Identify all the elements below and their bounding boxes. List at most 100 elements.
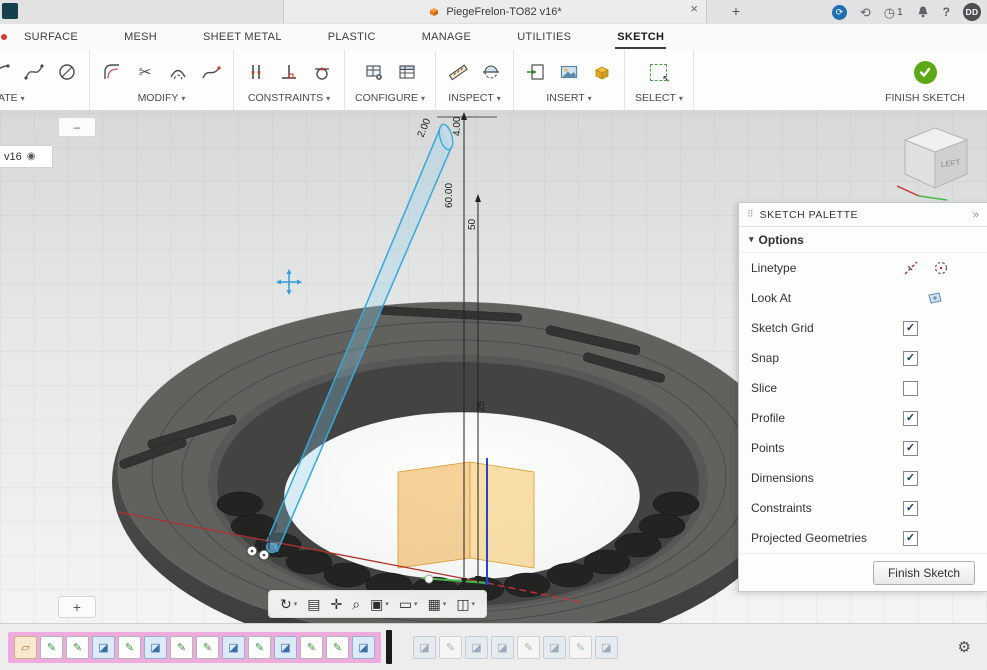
tab-sheet-metal[interactable]: SHEET METAL [201, 26, 284, 49]
avatar[interactable]: DD [963, 3, 981, 21]
canvas-image-icon[interactable] [557, 60, 581, 84]
sketch-feature-icon[interactable] [40, 636, 63, 659]
viewcube[interactable]: LEFT [889, 116, 979, 206]
extrude-feature-icon[interactable] [543, 636, 566, 659]
palette-overflow-icon[interactable]: » [973, 209, 979, 221]
insert-file-icon[interactable] [524, 60, 548, 84]
sketch-feature-icon[interactable] [300, 636, 323, 659]
extrude-feature-icon[interactable] [491, 636, 514, 659]
browser-visibility-icon[interactable]: ◉ [27, 151, 36, 162]
insert-dxf-icon[interactable] [590, 60, 614, 84]
section-analysis-icon[interactable] [479, 60, 503, 84]
pan-icon[interactable]: ✛ [327, 596, 345, 613]
tangent-constraint-icon[interactable] [310, 60, 334, 84]
bell-icon[interactable] [916, 5, 930, 19]
arc-tool-icon[interactable] [0, 60, 13, 84]
timeline-settings-gear-icon[interactable]: ⚙ [958, 638, 979, 656]
dimension-4mm[interactable]: 4.00 [452, 116, 463, 136]
measure-tool-icon[interactable] [446, 60, 470, 84]
sketch-feature-icon[interactable] [118, 636, 141, 659]
profile-checkbox[interactable] [903, 411, 918, 426]
centerline-linetype-icon[interactable] [933, 260, 949, 276]
extrude-feature-icon[interactable] [274, 636, 297, 659]
sketch-feature-icon[interactable] [326, 636, 349, 659]
finish-sketch-button[interactable]: Finish Sketch [873, 561, 975, 585]
browser-collapse-button[interactable]: – [58, 117, 96, 137]
fit-icon[interactable]: ▣ [367, 596, 392, 613]
browser-document-chip[interactable]: v16 ◉ [0, 145, 53, 168]
circle-tool-icon[interactable] [55, 60, 79, 84]
drag-handle-icon[interactable]: ⠿ [747, 209, 754, 220]
snap-checkbox[interactable] [903, 351, 918, 366]
slice-checkbox[interactable] [903, 381, 918, 396]
zoom-icon[interactable]: ⌕ [349, 596, 363, 613]
viewports-icon[interactable]: ◫ [453, 596, 478, 613]
offset-tool-icon[interactable] [166, 60, 190, 84]
points-checkbox[interactable] [903, 441, 918, 456]
tab-mesh[interactable]: MESH [122, 26, 159, 49]
configure-menu-label[interactable]: CONFIGURE [355, 92, 425, 104]
extrude-feature-icon[interactable] [144, 636, 167, 659]
timeline-playhead[interactable] [386, 630, 392, 664]
extrude-feature-icon[interactable] [465, 636, 488, 659]
sketch-feature-icon[interactable] [170, 636, 193, 659]
inspect-menu-label[interactable]: INSPECT [448, 92, 501, 104]
notifications-button[interactable]: ◷ 1 [884, 6, 903, 19]
close-tab-icon[interactable]: × [690, 1, 698, 16]
sketch-feature-icon[interactable] [517, 636, 540, 659]
select-tool-icon[interactable]: ↖ [647, 60, 671, 84]
sketch-feature-icon[interactable] [569, 636, 592, 659]
viewport[interactable]: 2.00 4.00 60.00 50 25 [0, 110, 987, 624]
configuration-table-icon[interactable] [362, 60, 386, 84]
extrude-feature-icon[interactable] [413, 636, 436, 659]
sketch-feature-icon[interactable] [439, 636, 462, 659]
dimension-2mm[interactable]: 2.00 [416, 117, 434, 140]
constraints-menu-label[interactable]: CONSTRAINTS [248, 92, 330, 104]
tab-plastic[interactable]: PLASTIC [326, 26, 378, 49]
extrude-feature-icon[interactable] [92, 636, 115, 659]
fillet-tool-icon[interactable] [100, 60, 124, 84]
sketch-palette-header[interactable]: ⠿ SKETCH PALETTE » [739, 203, 987, 227]
modify-menu-label[interactable]: MODIFY [138, 92, 186, 104]
vertical-constraint-icon[interactable] [244, 60, 268, 84]
configure-feature-icon[interactable] [395, 60, 419, 84]
dimensions-checkbox[interactable] [903, 471, 918, 486]
app-logo-icon[interactable] [2, 3, 18, 19]
job-status-icon[interactable]: ⟳ [832, 5, 847, 20]
sketch-grid-checkbox[interactable] [903, 321, 918, 336]
browser-expand-button[interactable]: + [58, 596, 96, 618]
extrude-feature-icon[interactable] [595, 636, 618, 659]
tab-surface[interactable]: SURFACE [22, 26, 80, 49]
grid-settings-icon[interactable]: ▦ [425, 596, 450, 613]
options-section-header[interactable]: ▾ Options [739, 227, 987, 253]
finish-sketch-label[interactable]: FINISH SKETCH [885, 92, 965, 104]
create-menu-label[interactable]: ATE [0, 92, 25, 104]
display-settings-icon[interactable]: ▭ [396, 596, 421, 613]
dimension-60mm[interactable]: 60.00 [444, 183, 455, 208]
finish-sketch-icon[interactable] [913, 60, 937, 84]
constraints-checkbox[interactable] [903, 501, 918, 516]
sketch-feature-icon[interactable] [196, 636, 219, 659]
history-icon[interactable]: ⟲ [860, 6, 871, 19]
select-menu-label[interactable]: SELECT [635, 92, 683, 104]
help-icon[interactable]: ? [943, 5, 950, 19]
look-at-icon[interactable] [927, 290, 943, 306]
new-tab-button[interactable]: + [727, 2, 745, 20]
tab-utilities[interactable]: UTILITIES [515, 26, 573, 49]
dimension-50mm[interactable]: 50 [467, 218, 478, 230]
projected-geometries-checkbox[interactable] [903, 531, 918, 546]
sketch-feature-icon[interactable] [248, 636, 271, 659]
extrude-feature-icon[interactable] [352, 636, 375, 659]
orbit-icon[interactable]: ↻ [277, 596, 300, 613]
dimension-25mm[interactable]: 25 [476, 400, 487, 412]
sketch-feature-icon[interactable] [66, 636, 89, 659]
look-at-icon[interactable]: ▤ [304, 596, 323, 613]
extend-tool-icon[interactable] [199, 60, 223, 84]
construction-planes[interactable] [398, 462, 534, 568]
construction-linetype-icon[interactable] [903, 260, 919, 276]
extrude-feature-icon[interactable] [222, 636, 245, 659]
trim-tool-icon[interactable]: ✂ [133, 60, 157, 84]
plane-feature-icon[interactable] [14, 636, 37, 659]
perpendicular-constraint-icon[interactable] [277, 60, 301, 84]
document-tab[interactable]: PiegeFrelon-TO82 v16* × [283, 0, 707, 23]
